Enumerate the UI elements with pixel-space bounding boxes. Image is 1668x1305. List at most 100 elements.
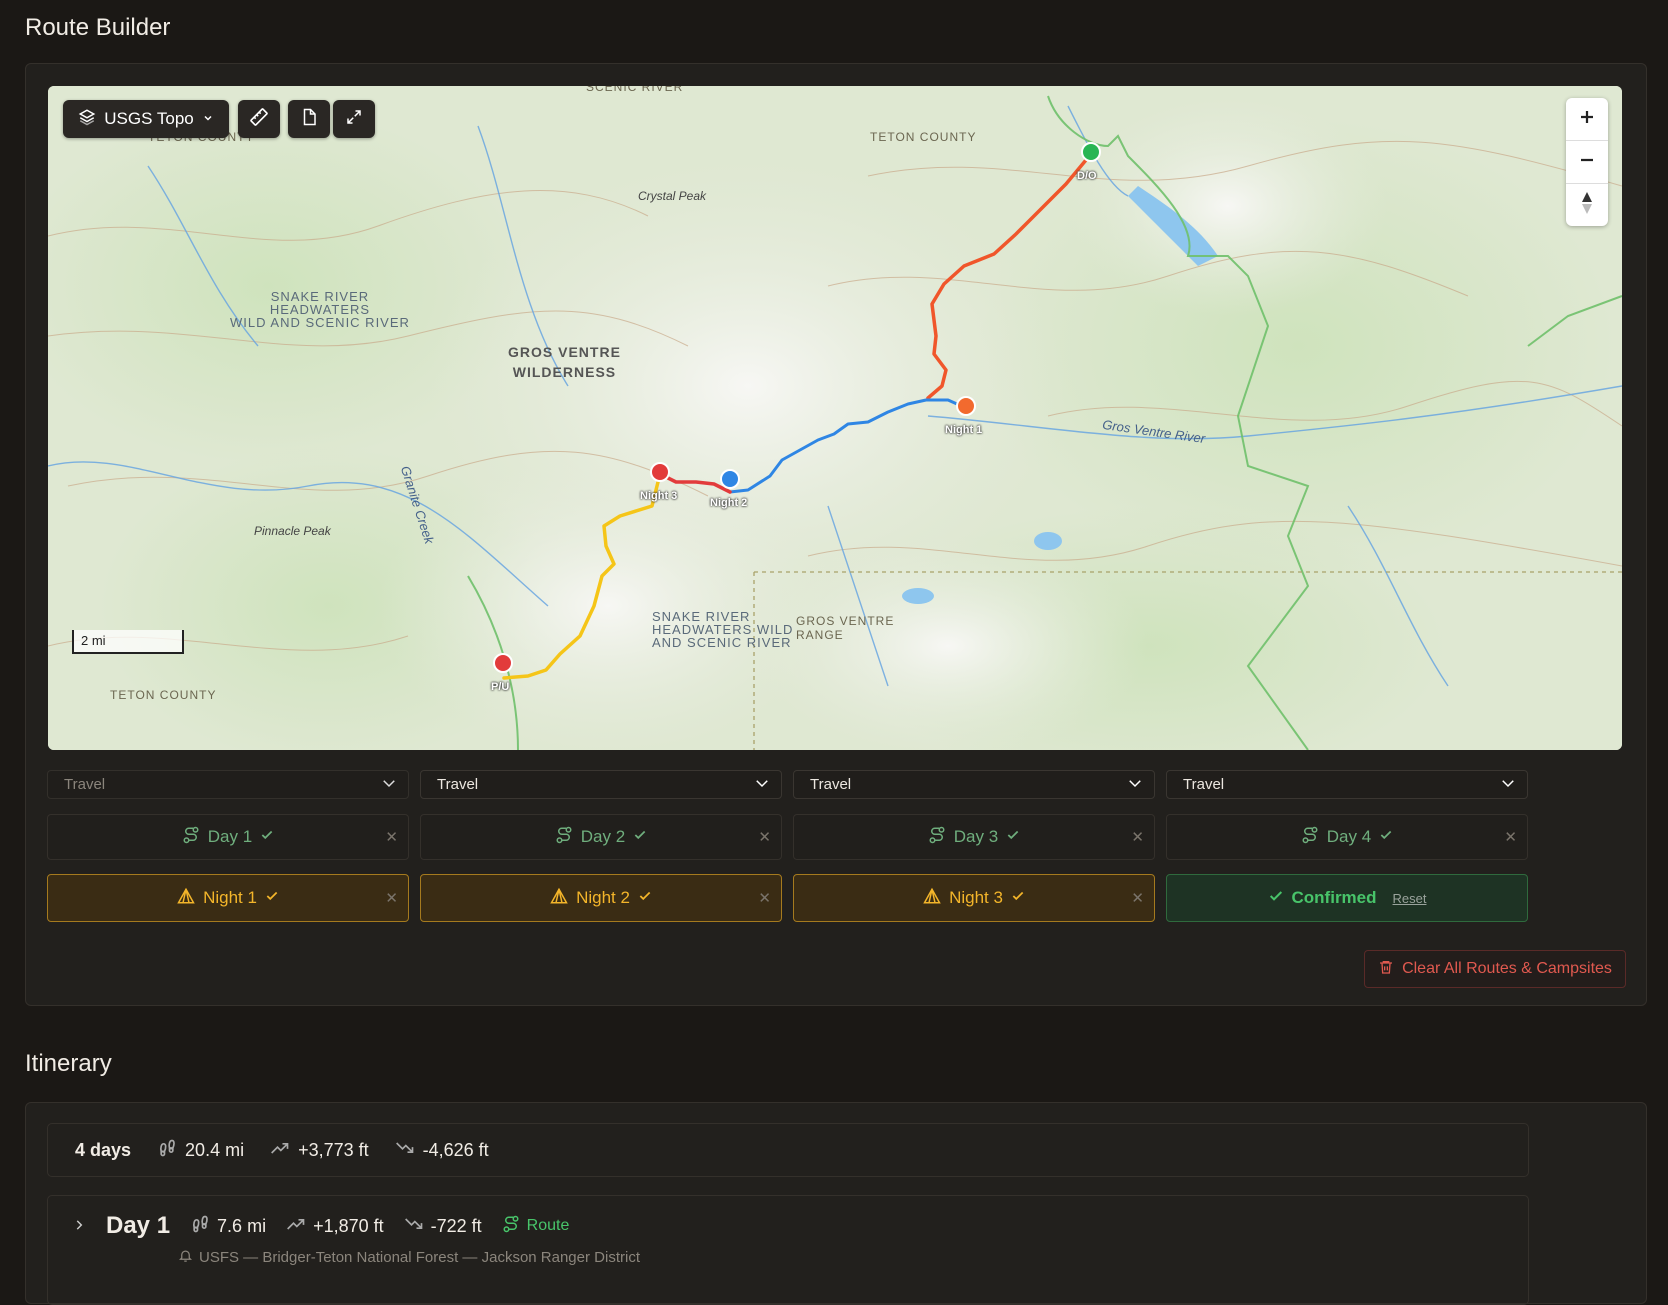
tent-icon: [550, 887, 568, 910]
summary-loss: -4,626 ft: [395, 1138, 489, 1163]
itinerary-day-1-header: Day 1 7.6 mi +1,870 ft -722 ft Route: [72, 1212, 569, 1240]
trash-icon: [1378, 959, 1394, 980]
route-icon: [182, 826, 200, 849]
travel-select-2[interactable]: Travel: [420, 770, 782, 799]
check-icon: [638, 888, 652, 908]
travel-select-1-label: Travel: [64, 776, 106, 793]
day-1-land-info: USFS — Bridger-Teton National Forest — J…: [178, 1248, 640, 1267]
night-1-label: Night 1: [203, 888, 257, 907]
trending-down-icon: [395, 1138, 415, 1163]
clear-all-button[interactable]: Clear All Routes & Campsites: [1364, 950, 1626, 988]
night-2-label: Night 2: [576, 888, 630, 907]
itinerary-summary: 4 days 20.4 mi +3,773 ft -4,626 ft: [47, 1123, 1529, 1177]
layer-select-label: USGS Topo: [104, 109, 194, 128]
travel-select-row: Travel Travel Travel Travel: [47, 770, 1528, 799]
day-1-chip[interactable]: Day 1 ✕: [47, 814, 409, 860]
night-3-remove-button[interactable]: ✕: [1131, 889, 1144, 907]
day-2-remove-button[interactable]: ✕: [758, 828, 771, 846]
travel-select-3[interactable]: Travel: [793, 770, 1155, 799]
confirmed-label: Confirmed: [1291, 888, 1377, 907]
footprints-icon: [190, 1214, 210, 1239]
check-icon: [265, 888, 279, 908]
confirmed-chip: Confirmed Reset: [1166, 874, 1528, 922]
day-1-loss: -722 ft: [404, 1214, 482, 1239]
check-icon: [1011, 888, 1025, 908]
chevron-down-icon: [753, 774, 771, 796]
marker-night3: [650, 462, 670, 482]
itinerary-day-1[interactable]: Day 1 7.6 mi +1,870 ft -722 ft Route USF…: [47, 1195, 1529, 1305]
night-1-chip[interactable]: Night 1 ✕: [47, 874, 409, 922]
night-1-remove-button[interactable]: ✕: [385, 889, 398, 907]
day-row: Day 1 ✕ Day 2 ✕ Day 3 ✕ Day 4 ✕: [47, 814, 1528, 860]
file-icon: [300, 108, 318, 131]
day-1-remove-button[interactable]: ✕: [385, 828, 398, 846]
summary-loss-value: -4,626 ft: [422, 1139, 489, 1160]
trending-up-icon: [270, 1138, 290, 1163]
file-button[interactable]: [288, 100, 330, 138]
day-1-label: Day 1: [207, 827, 253, 846]
night-2-remove-button[interactable]: ✕: [758, 889, 771, 907]
route-icon: [555, 826, 573, 849]
summary-distance-value: 20.4 mi: [185, 1139, 245, 1160]
route-day-3: [658, 472, 732, 494]
compass-icon: [1580, 191, 1594, 220]
minus-icon: [1578, 151, 1596, 174]
layers-icon: [78, 108, 96, 131]
itinerary-title: Itinerary: [25, 1050, 112, 1077]
zoom-out-button[interactable]: [1566, 141, 1608, 184]
day-1-distance-value: 7.6 mi: [217, 1215, 267, 1236]
day-4-remove-button[interactable]: ✕: [1504, 828, 1517, 846]
summary-distance: 20.4 mi: [157, 1138, 244, 1163]
day-3-label: Day 3: [953, 827, 999, 846]
day-1-route-link[interactable]: Route: [502, 1215, 570, 1238]
day-4-chip[interactable]: Day 4 ✕: [1166, 814, 1528, 860]
map-scale: 2 mi: [72, 630, 184, 654]
compass-button[interactable]: [1566, 184, 1608, 226]
plus-icon: [1578, 108, 1596, 131]
measure-button[interactable]: [238, 100, 280, 138]
clear-all-label: Clear All Routes & Campsites: [1402, 960, 1612, 977]
chevron-down-icon: [1126, 774, 1144, 796]
summary-gain-value: +3,773 ft: [298, 1139, 369, 1160]
chevron-down-icon: [1499, 774, 1517, 796]
fullscreen-button[interactable]: [333, 100, 375, 138]
travel-select-4[interactable]: Travel: [1166, 770, 1528, 799]
chevron-down-icon: [380, 774, 398, 796]
day-4-label: Day 4: [1326, 827, 1372, 846]
route-day-4: [502, 472, 662, 680]
travel-select-4-label: Travel: [1183, 776, 1225, 793]
chevron-right-icon[interactable]: [72, 1216, 86, 1237]
itinerary-day-1-title: Day 1: [106, 1212, 171, 1239]
night-2-chip[interactable]: Night 2 ✕: [420, 874, 782, 922]
ruler-icon: [249, 107, 269, 132]
night-3-label: Night 3: [949, 888, 1003, 907]
day-3-remove-button[interactable]: ✕: [1131, 828, 1144, 846]
chevron-down-icon: [202, 109, 214, 129]
travel-select-1[interactable]: Travel: [47, 770, 409, 799]
route-day-2: [728, 398, 968, 494]
reset-link[interactable]: Reset: [1393, 891, 1427, 906]
marker-do: [1081, 142, 1101, 162]
night-row: Night 1 ✕ Night 2 ✕ Night 3 ✕ Confirmed Rese…: [47, 874, 1528, 922]
check-icon: [260, 827, 274, 847]
zoom-in-button[interactable]: [1566, 98, 1608, 141]
route-overlay: [493, 142, 1101, 680]
map[interactable]: TETON COUNTY TETON COUNTY TETON COUNTY S…: [48, 86, 1622, 750]
trending-up-icon: [286, 1214, 306, 1239]
day-2-label: Day 2: [580, 827, 626, 846]
night-3-chip[interactable]: Night 3 ✕: [793, 874, 1155, 922]
route-icon: [1301, 826, 1319, 849]
check-icon: [1268, 888, 1284, 909]
travel-select-2-label: Travel: [437, 776, 479, 793]
check-icon: [1006, 827, 1020, 847]
summary-gain: +3,773 ft: [270, 1138, 369, 1163]
check-icon: [1379, 827, 1393, 847]
layer-select-button[interactable]: USGS Topo: [63, 100, 229, 138]
day-3-chip[interactable]: Day 3 ✕: [793, 814, 1155, 860]
bell-icon: [178, 1248, 193, 1267]
day-1-gain-value: +1,870 ft: [313, 1215, 384, 1236]
route-icon: [928, 826, 946, 849]
day-2-chip[interactable]: Day 2 ✕: [420, 814, 782, 860]
day-1-route-label: Route: [526, 1217, 570, 1234]
check-icon: [633, 827, 647, 847]
